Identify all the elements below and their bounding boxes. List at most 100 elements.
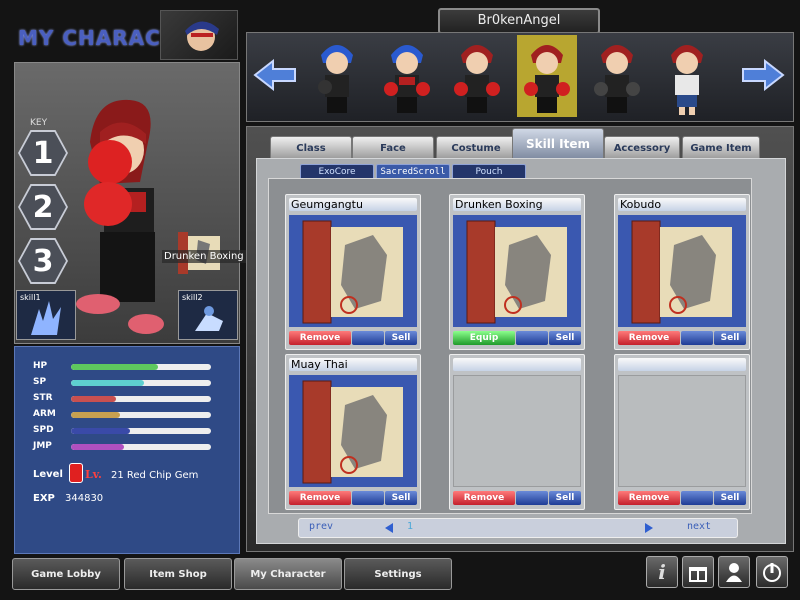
item-name xyxy=(618,358,746,371)
nav-my-character[interactable]: My Character xyxy=(234,558,342,590)
stat-sp-fill xyxy=(71,380,144,386)
stat-sp: SP xyxy=(33,377,229,389)
sell-button[interactable]: Sell xyxy=(385,491,417,505)
key-1[interactable]: 1 xyxy=(18,130,68,176)
character-figure xyxy=(70,92,180,342)
gift-icon xyxy=(689,567,707,582)
item-card[interactable]: Drunken Boxing Equip Sell xyxy=(449,194,585,350)
level-label: Level xyxy=(33,469,63,480)
scroll-icon xyxy=(618,215,746,327)
page-number: 1 xyxy=(407,521,414,532)
item-name: Muay Thai xyxy=(289,358,417,371)
key-label: KEY xyxy=(30,118,48,128)
sell-button[interactable]: Sell xyxy=(385,331,417,345)
skill2-label: skill2 xyxy=(182,293,203,302)
triangle-left-icon[interactable] xyxy=(383,522,395,534)
stat-spd: SPD xyxy=(33,425,229,437)
item-card[interactable]: Kobudo Remove Sell xyxy=(614,194,750,350)
player-name: Br0kenAngel xyxy=(438,8,600,34)
tab-skill-item[interactable]: Skill Item xyxy=(512,128,604,159)
item-slot-button[interactable] xyxy=(681,331,713,345)
item-slot-button[interactable] xyxy=(352,491,384,505)
item-slot-button[interactable] xyxy=(516,491,548,505)
stat-str-fill xyxy=(71,396,116,402)
item-slot-button[interactable] xyxy=(681,491,713,505)
empty-slot xyxy=(618,375,746,487)
stat-spd-fill xyxy=(71,428,130,434)
scroll-icon xyxy=(289,215,417,327)
key-3[interactable]: 3 xyxy=(18,238,68,284)
stat-hp-fill xyxy=(71,364,158,370)
stats-panel: HP SP STR ARM SPD JMP Level Lv. 21 Red C… xyxy=(14,346,240,554)
title-avatar xyxy=(160,10,238,60)
nav-game-lobby[interactable]: Game Lobby xyxy=(12,558,120,590)
remove-button[interactable]: Remove xyxy=(618,331,680,345)
sell-button[interactable]: Sell xyxy=(714,491,746,505)
gem-icon xyxy=(69,463,83,483)
item-name: Kobudo xyxy=(618,198,746,211)
character-slot-selected[interactable] xyxy=(517,35,577,117)
remove-button[interactable]: Remove xyxy=(289,491,351,505)
next-page-link[interactable]: next xyxy=(687,521,711,532)
item-slot-button[interactable] xyxy=(516,331,548,345)
item-name: Drunken Boxing xyxy=(453,198,581,211)
sell-button[interactable]: Sell xyxy=(549,491,581,505)
remove-button[interactable]: Remove xyxy=(289,331,351,345)
level-lv: Lv. xyxy=(85,468,102,481)
tooltip-text: Drunken Boxing xyxy=(162,250,246,263)
sell-button[interactable]: Sell xyxy=(714,331,746,345)
remove-button[interactable]: Remove xyxy=(453,491,515,505)
tab-accessory[interactable]: Accessory xyxy=(604,136,680,159)
triangle-right-icon[interactable] xyxy=(643,522,655,534)
prev-character-button[interactable] xyxy=(253,58,297,95)
power-icon xyxy=(763,563,781,582)
profile-button[interactable] xyxy=(718,556,750,588)
next-character-button[interactable] xyxy=(741,58,785,95)
item-card[interactable]: Geumgangtu Remove Sell xyxy=(285,194,421,350)
item-card-empty: Remove Sell xyxy=(614,354,750,510)
stat-str: STR xyxy=(33,393,229,405)
scroll-icon xyxy=(289,375,417,487)
character-slot[interactable] xyxy=(377,35,437,117)
item-slot-button[interactable] xyxy=(352,331,384,345)
profile-icon xyxy=(726,563,742,582)
info-button[interactable]: i xyxy=(646,556,678,588)
skill1-slot[interactable]: skill1 xyxy=(16,290,76,340)
remove-button[interactable]: Remove xyxy=(618,491,680,505)
character-selector xyxy=(246,32,794,122)
prev-page-link[interactable]: prev xyxy=(309,521,333,532)
level-text: 21 Red Chip Gem xyxy=(111,470,199,481)
tab-game-item[interactable]: Game Item xyxy=(682,136,760,159)
stat-jmp-fill xyxy=(71,444,125,450)
item-name: Geumgangtu xyxy=(289,198,417,211)
info-icon: i xyxy=(658,560,666,584)
pagination: prev 1 next xyxy=(298,518,738,538)
exp-label: EXP xyxy=(33,493,55,504)
exp-value: 344830 xyxy=(65,493,104,504)
character-slot[interactable] xyxy=(587,35,647,117)
nav-item-shop[interactable]: Item Shop xyxy=(124,558,232,590)
skill1-label: skill1 xyxy=(20,293,41,302)
stat-jmp: JMP xyxy=(33,441,229,453)
stat-arm: ARM xyxy=(33,409,229,421)
empty-slot xyxy=(453,375,581,487)
character-slot[interactable] xyxy=(307,35,367,117)
equip-button[interactable]: Equip xyxy=(453,331,515,345)
arrow-right-icon xyxy=(742,58,785,92)
power-button[interactable] xyxy=(756,556,788,588)
tab-costume[interactable]: Costume xyxy=(436,136,516,159)
item-card[interactable]: Muay Thai Remove Sell xyxy=(285,354,421,510)
key-2[interactable]: 2 xyxy=(18,184,68,230)
nav-settings[interactable]: Settings xyxy=(344,558,452,590)
arrow-left-icon xyxy=(253,58,296,92)
character-slot[interactable] xyxy=(657,35,717,117)
gift-button[interactable] xyxy=(682,556,714,588)
tab-class[interactable]: Class xyxy=(270,136,352,159)
skill2-slot[interactable]: skill2 xyxy=(178,290,238,340)
tab-face[interactable]: Face xyxy=(352,136,434,159)
character-slot[interactable] xyxy=(447,35,507,117)
scroll-icon xyxy=(453,215,581,327)
stat-arm-fill xyxy=(71,412,120,418)
item-card-empty: Remove Sell xyxy=(449,354,585,510)
sell-button[interactable]: Sell xyxy=(549,331,581,345)
